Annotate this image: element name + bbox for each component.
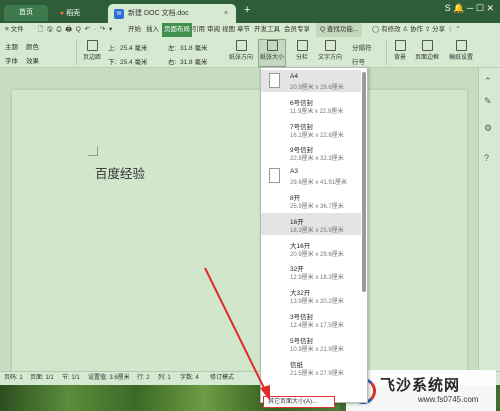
red-arrow-annotation <box>204 267 270 401</box>
